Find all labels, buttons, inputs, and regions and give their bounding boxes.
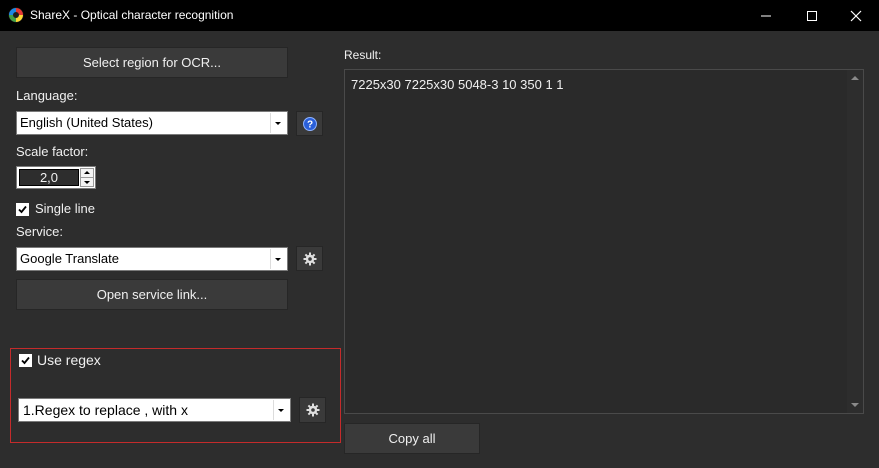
scroll-up-icon[interactable] xyxy=(851,76,859,80)
language-select[interactable]: English (United States) xyxy=(16,111,288,135)
gear-icon xyxy=(306,403,320,417)
scroll-down-icon[interactable] xyxy=(851,403,859,407)
service-label: Service: xyxy=(16,224,63,239)
chevron-down-icon xyxy=(273,400,289,420)
window-title: ShareX - Optical character recognition xyxy=(30,8,234,22)
svg-text:?: ? xyxy=(307,120,313,131)
service-settings-button[interactable] xyxy=(296,246,323,271)
chevron-down-icon xyxy=(270,249,286,269)
scale-factor-label: Scale factor: xyxy=(16,144,89,159)
chevron-up-icon xyxy=(84,171,90,174)
close-button[interactable] xyxy=(833,0,879,31)
scale-factor-stepper[interactable]: 2,0 xyxy=(16,166,96,189)
result-text: 7225x30 7225x30 5048-3 10 350 1 1 xyxy=(351,77,564,92)
help-button[interactable]: ? xyxy=(296,111,323,136)
language-select-value: English (United States) xyxy=(20,115,153,130)
result-label: Result: xyxy=(344,48,382,62)
open-service-link-button[interactable]: Open service link... xyxy=(16,279,288,310)
single-line-checkbox[interactable] xyxy=(16,203,29,216)
close-icon xyxy=(850,10,862,22)
service-select-value: Google Translate xyxy=(20,251,120,266)
maximize-button[interactable] xyxy=(789,0,835,31)
copy-all-button[interactable]: Copy all xyxy=(344,423,480,454)
sharex-logo-icon xyxy=(8,7,24,23)
chevron-down-icon xyxy=(84,181,90,184)
checkmark-icon xyxy=(21,356,30,365)
result-scrollbar[interactable] xyxy=(847,70,863,413)
regex-group: Use regex 1.Regex to replace , with x xyxy=(10,348,341,443)
result-textarea[interactable]: 7225x30 7225x30 5048-3 10 350 1 1 xyxy=(344,69,864,414)
help-icon: ? xyxy=(303,117,317,131)
gear-icon xyxy=(303,252,317,266)
regex-settings-button[interactable] xyxy=(299,397,326,423)
maximize-icon xyxy=(807,11,817,21)
minimize-button[interactable] xyxy=(743,0,789,31)
regex-select-value: 1.Regex to replace , with x xyxy=(23,402,188,418)
checkmark-icon xyxy=(18,205,27,214)
language-label: Language: xyxy=(16,88,78,103)
single-line-label: Single line xyxy=(35,201,95,216)
chevron-down-icon xyxy=(270,113,286,133)
stepper-down-button[interactable] xyxy=(80,177,94,187)
regex-select[interactable]: 1.Regex to replace , with x xyxy=(18,398,291,422)
select-region-button[interactable]: Select region for OCR... xyxy=(16,47,288,78)
use-regex-label: Use regex xyxy=(37,352,101,368)
service-select[interactable]: Google Translate xyxy=(16,247,288,271)
scale-factor-input[interactable]: 2,0 xyxy=(19,169,79,186)
minimize-icon xyxy=(761,15,771,17)
use-regex-checkbox[interactable] xyxy=(19,354,32,367)
title-bar[interactable]: ShareX - Optical character recognition xyxy=(0,0,879,31)
